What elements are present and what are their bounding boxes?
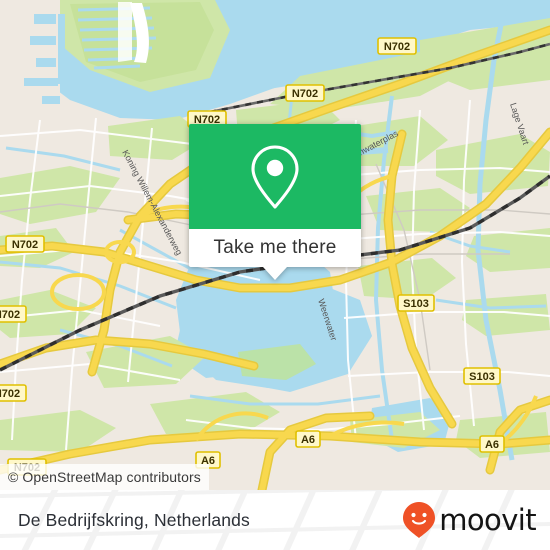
svg-text:N702: N702 <box>292 88 318 100</box>
svg-text:N702: N702 <box>384 41 410 53</box>
footer-bar: De Bedrijfskring, Netherlands moovit <box>0 490 550 550</box>
svg-text:S103: S103 <box>403 298 429 310</box>
road-shield-n702: N702 <box>0 305 27 323</box>
svg-text:A6: A6 <box>301 434 315 446</box>
popup-pointer-tail <box>263 267 287 280</box>
road-shield-s103: S103 <box>463 367 501 385</box>
road-shield-a6: A6 <box>479 435 505 453</box>
road-shield-n702: N702 <box>0 384 27 402</box>
svg-text:N702: N702 <box>0 309 20 321</box>
moovit-logo[interactable]: moovit <box>402 501 537 539</box>
popup-action-label-wrap[interactable]: Take me there <box>189 229 361 267</box>
map-canvas[interactable]: Koning Willem-Alexanderweg Weerwater Lag… <box>0 0 550 490</box>
moovit-wordmark: moovit <box>439 503 536 537</box>
svg-text:N702: N702 <box>0 388 20 400</box>
osm-attribution[interactable]: © OpenStreetMap contributors <box>0 464 209 490</box>
map-marina-causeway <box>118 2 132 62</box>
road-shield-n702: N702 <box>5 235 45 253</box>
page-title: De Bedrijfskring, Netherlands <box>18 509 250 530</box>
popup-icon-area <box>189 124 361 229</box>
moovit-location-card: Koning Willem-Alexanderweg Weerwater Lag… <box>0 0 550 550</box>
road-shield-a6: A6 <box>295 430 321 448</box>
take-me-there-label: Take me there <box>213 237 337 258</box>
road-shield-n702: N702 <box>377 37 417 55</box>
attribution-text: © OpenStreetMap contributors <box>8 469 201 485</box>
take-me-there-popup[interactable]: Take me there <box>189 124 361 280</box>
road-shield-n702: N702 <box>285 84 325 102</box>
svg-text:N702: N702 <box>12 239 38 251</box>
road-shield-s103: S103 <box>397 294 435 312</box>
moovit-pin-smiley-icon <box>403 502 436 538</box>
svg-text:A6: A6 <box>485 439 499 451</box>
svg-text:S103: S103 <box>469 371 495 383</box>
map-pin-icon <box>251 144 299 209</box>
